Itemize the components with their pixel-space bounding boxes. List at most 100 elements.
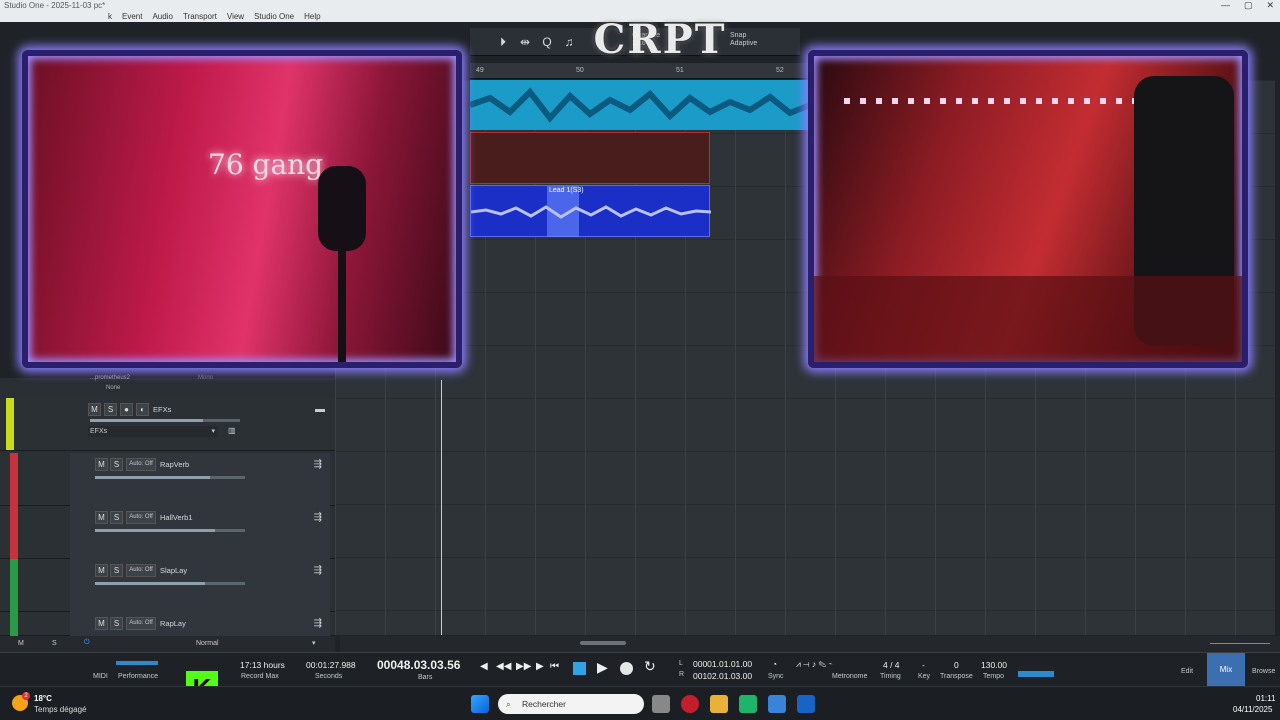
opera-icon[interactable] [681,695,699,713]
transpose-value[interactable]: 0 [954,660,959,670]
track-name[interactable]: RapLay [160,619,186,628]
bars-icon[interactable]: ▥ [228,426,236,435]
sync-icon[interactable]: ◔ [772,659,777,669]
routing-icon[interactable]: ⇶ [314,618,322,629]
track-body: M S Auto: Off RapVerb ⇶ [70,453,330,506]
playhead[interactable] [441,380,442,635]
loop-start-value[interactable]: 00001.01.01.00 [693,659,752,669]
automation-button[interactable]: Auto: Off [126,458,156,471]
play-button[interactable]: ▶ [597,659,608,676]
windows-start-icon[interactable] [471,695,489,713]
rewind-start-icon[interactable]: ◀ [480,661,488,672]
range-tool-icon[interactable]: ⇹ [516,33,534,51]
zoom-slider[interactable] [1210,643,1270,644]
track-name[interactable]: HallVerb1 [160,513,193,522]
track-name[interactable]: RapVerb [160,460,189,469]
routing-icon[interactable]: ⇶ [314,459,322,470]
mix-button[interactable]: Mix [1207,653,1245,687]
mute-button[interactable]: M [95,617,108,630]
seconds-value[interactable]: 00:01:27.988 [306,660,356,670]
notepad-icon[interactable] [768,695,786,713]
record-max-value: 17:13 hours [240,660,285,670]
solo-button[interactable]: S [110,617,123,630]
track-name[interactable]: EFXs [153,405,171,414]
folder-icon[interactable]: ▬ [315,404,325,415]
midi-clip[interactable] [470,132,710,184]
monitor-button[interactable]: ◐ [136,403,149,416]
store-icon[interactable] [739,695,757,713]
listen-tool-icon[interactable]: ♫ [560,33,578,51]
task-view-icon[interactable] [652,695,670,713]
folder-dropdown[interactable]: EFXs ▾ [88,426,218,437]
mute-all-button[interactable]: M [18,640,24,647]
mute-button[interactable]: M [95,458,108,471]
studio-one-icon[interactable] [797,695,815,713]
clock-date[interactable]: 04/11/2025 [1233,705,1272,714]
forward-end-icon[interactable]: ▶ [536,661,544,672]
instrument-output[interactable]: None [106,385,120,391]
tempo-value[interactable]: 130.00 [981,660,1007,670]
automation-button[interactable]: Auto: Off [126,511,156,524]
record-arm-button[interactable]: ● [120,403,133,416]
loop-icon[interactable]: ↻ [644,658,656,675]
solo-button[interactable]: S [110,511,123,524]
rewind-icon[interactable]: ◀◀ [496,661,511,672]
automation-button[interactable]: Auto: Off [126,617,156,630]
menu-item-event[interactable]: Event [122,12,142,21]
clock-time[interactable]: 01:11 [1256,694,1275,703]
return-zero-icon[interactable]: ⏮ [550,661,559,672]
menu-item-transport[interactable]: Transport [183,12,217,21]
routing-icon[interactable]: ⇶ [314,565,322,576]
monitor-label: Mono [198,375,214,381]
solo-button[interactable]: S [110,564,123,577]
mute-button[interactable]: M [95,564,108,577]
mute-button[interactable]: M [88,403,101,416]
track-rapverb[interactable]: M S Auto: Off RapVerb ⇶ [0,453,335,506]
minimize-button[interactable]: — [1221,0,1230,11]
metronome-icon[interactable]: ⩘ ⊣ ♪ ✎ ⌁ [796,659,832,670]
horizontal-scrollbar[interactable] [340,636,1280,652]
volume-meter[interactable] [1018,671,1054,677]
weather-temp[interactable]: 18°C [34,694,52,703]
timing-value[interactable]: 4 / 4 [883,660,900,670]
menu-item-view[interactable]: View [227,12,244,21]
track-slaplay[interactable]: M S Auto: Off SlapLay ⇶ [0,559,335,612]
audio-clip-lead[interactable]: Lead 1(S3) [470,185,711,237]
routing-icon[interactable]: ⇶ [314,512,322,523]
bars-value[interactable]: 00048.03.03.56 [377,658,460,672]
key-value[interactable]: - [922,660,925,670]
track-raplay[interactable]: M S Auto: Off RapLay ⇶ [0,612,335,636]
folder-track[interactable]: M S ● ◐ EFXs ▬ EFXs ▾ ▥ [0,398,335,451]
arrow-tool-icon[interactable]: ⏵ [494,33,512,51]
stop-button[interactable] [573,662,586,675]
scroll-thumb[interactable] [580,641,626,645]
menu-item-help[interactable]: Help [304,12,320,21]
record-button[interactable] [620,662,633,675]
track-hallverb1[interactable]: M S Auto: Off HallVerb1 ⇶ [0,506,335,559]
monitor-icon[interactable]: ⏻ [84,639,90,647]
maximize-button[interactable]: ▢ [1244,0,1253,11]
mode-select[interactable]: Normal [196,640,219,647]
menu-item-studio-one[interactable]: Studio One [254,12,294,21]
file-explorer-icon[interactable] [710,695,728,713]
audio-clip-waveform[interactable] [469,80,812,130]
edit-button[interactable]: Edit [1181,668,1193,675]
bars-label[interactable]: Bars [418,674,432,681]
chevron-down-icon[interactable]: ▾ [312,639,316,647]
forward-icon[interactable]: ▶▶ [516,661,531,672]
loop-end-value[interactable]: 00102.01.03.00 [693,671,752,681]
close-button[interactable]: ✕ [1266,0,1274,11]
browse-button[interactable]: Browse [1252,668,1275,675]
mute-button[interactable]: M [95,511,108,524]
solo-all-button[interactable]: S [52,640,57,647]
solo-button[interactable]: S [110,458,123,471]
taskbar-search[interactable]: ⌕ Rechercher [498,694,644,714]
solo-button[interactable]: S [104,403,117,416]
track-name[interactable]: SlapLay [160,566,187,575]
automation-button[interactable]: Auto: Off [126,564,156,577]
weather-desc[interactable]: Temps dégagé [34,705,86,714]
seconds-label[interactable]: Seconds [315,673,342,680]
menu-item[interactable]: k [108,12,112,21]
zoom-tool-icon[interactable]: Q [538,33,556,51]
menu-item-audio[interactable]: Audio [152,12,172,21]
